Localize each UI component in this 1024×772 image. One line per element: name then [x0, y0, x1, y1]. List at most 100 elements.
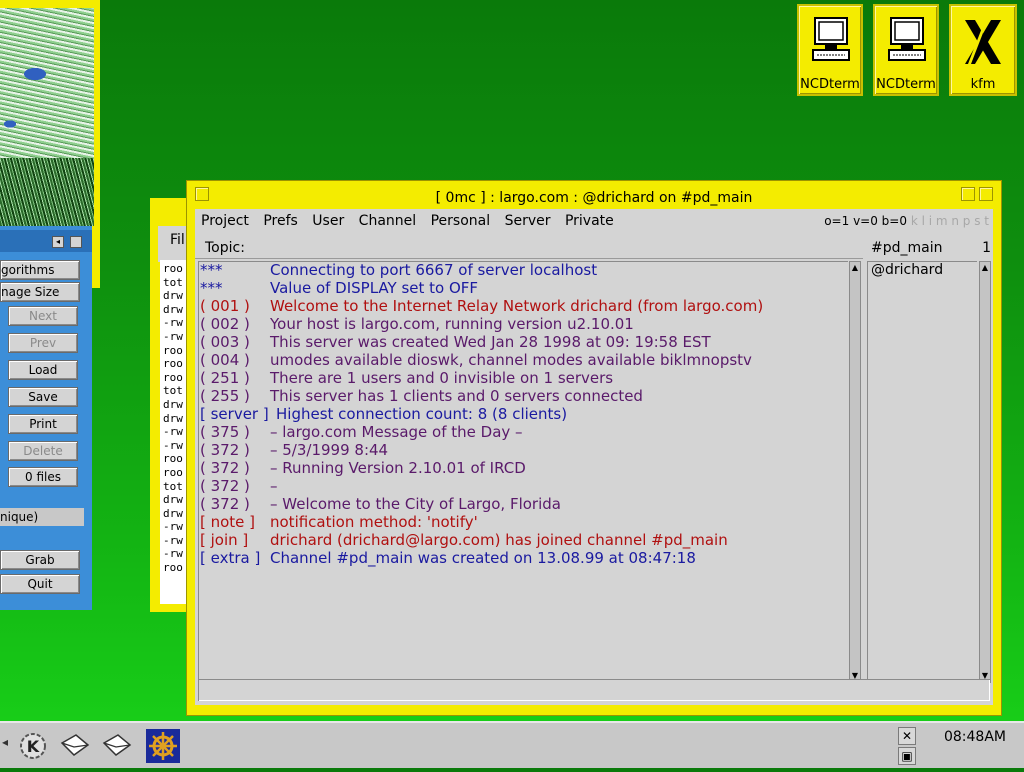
message-tag: ( 372 )	[200, 459, 250, 477]
message-output: *** Connecting to port 6667 of server loc…	[198, 261, 848, 683]
message-text: –	[270, 477, 278, 495]
modes-active: o=1 v=0 b=0	[824, 214, 907, 228]
message-tag: [ note ]	[200, 513, 256, 531]
message-text: Highest connection count: 8 (8 clients)	[276, 405, 568, 423]
message-tag: ***	[200, 261, 223, 279]
window-title: [ 0mc ] : largo.com : @drichard on #pd_m…	[435, 190, 753, 206]
irc-client-window[interactable]: [ 0mc ] : largo.com : @drichard on #pd_m…	[186, 180, 1002, 716]
desktop-icon-ncdterm-2[interactable]: NCDterm	[873, 4, 939, 96]
menu-private[interactable]: Private	[565, 213, 614, 229]
terminal-icon	[812, 17, 850, 61]
menu-project[interactable]: Project	[201, 213, 249, 229]
channel-name: #pd_main	[871, 240, 943, 256]
panel-minimize-icon[interactable]: ◂	[52, 236, 64, 248]
topic-label: Topic:	[205, 240, 245, 256]
next-button[interactable]: Next	[8, 306, 78, 326]
message-text: umodes available dioswk, channel modes a…	[270, 351, 752, 369]
user-list: @drichard	[867, 261, 977, 683]
message-tag: [ extra ]	[200, 549, 261, 567]
message-text: Connecting to port 6667 of server localh…	[270, 261, 598, 279]
quit-button[interactable]: Quit	[0, 574, 80, 594]
load-button[interactable]: Load	[8, 360, 78, 380]
unique-label: nique)	[0, 508, 84, 526]
minimize-icon[interactable]	[961, 187, 975, 201]
image-canvas	[0, 8, 94, 226]
menu-prefs[interactable]: Prefs	[263, 213, 297, 229]
userlist-scrollbar[interactable]: ▲ ▼	[979, 261, 991, 683]
message-text: There are 1 users and 0 invisible on 1 s…	[270, 369, 614, 387]
message-text: Channel #pd_main was created on 13.08.99…	[270, 549, 696, 567]
irc-client-area: Project Prefs User Channel Personal Serv…	[195, 209, 993, 705]
message-text: Value of DISPLAY set to OFF	[270, 279, 479, 297]
terminal-icon	[888, 17, 926, 61]
desktop-icon-ncdterm-1[interactable]: NCDterm	[797, 4, 863, 96]
message-tag: ( 372 )	[200, 495, 250, 513]
topic-bar[interactable]: Topic:	[195, 237, 863, 259]
message-text: – largo.com Message of the Day –	[270, 423, 523, 441]
menu-channel[interactable]: Channel	[359, 213, 416, 229]
helm-icon[interactable]	[146, 729, 180, 763]
menu-personal[interactable]: Personal	[431, 213, 491, 229]
grab-button[interactable]: Grab	[0, 550, 80, 570]
maximize-icon[interactable]	[979, 187, 993, 201]
clock: 08:48AM	[943, 729, 1006, 745]
scroll-up-icon[interactable]: ▲	[980, 263, 990, 273]
save-button[interactable]: Save	[8, 387, 78, 407]
mail-icon[interactable]	[100, 729, 134, 763]
output-scrollbar[interactable]: ▲ ▼	[849, 261, 861, 683]
k-menu-icon[interactable]: K	[16, 729, 50, 763]
message-tag: [ join ]	[200, 531, 249, 549]
message-tag: ( 372 )	[200, 477, 250, 495]
message-text: This server has 1 clients and 0 servers …	[270, 387, 643, 405]
desktop-icon-label: kfm	[970, 77, 996, 92]
delete-button[interactable]: Delete	[8, 441, 78, 461]
file-count-label: 0 files	[8, 467, 78, 487]
message-text: drichard (drichard@largo.com) has joined…	[270, 531, 728, 549]
message-tag: ( 375 )	[200, 423, 250, 441]
message-text: Your host is largo.com, running version …	[270, 315, 634, 333]
mail-icon[interactable]	[58, 729, 92, 763]
image-size-button[interactable]: nage Size	[0, 282, 80, 302]
message-text: notification method: 'notify'	[270, 513, 478, 531]
message-tag: [ server ]	[200, 405, 269, 423]
desktop-icon-label: NCDterm	[800, 77, 860, 92]
menubar: Project Prefs User Channel Personal Serv…	[195, 209, 993, 233]
algorithms-button[interactable]: gorithms	[0, 260, 80, 280]
image-control-panel: ◂ gorithms nage Size Next Prev Load Save…	[0, 226, 92, 610]
message-input[interactable]	[198, 679, 990, 701]
file-menu[interactable]: Fil	[170, 232, 185, 248]
desktop-icon-kfm[interactable]: kfm	[949, 4, 1017, 96]
message-tag: ( 001 )	[200, 297, 250, 315]
svg-text:K: K	[27, 737, 40, 756]
modes-inactive: k l i m n p s t	[910, 214, 989, 228]
prev-button[interactable]: Prev	[8, 333, 78, 353]
message-text: – Running Version 2.10.01 of IRCD	[270, 459, 526, 477]
message-tag: ( 372 )	[200, 441, 250, 459]
channel-header: #pd_main 1	[867, 237, 993, 259]
message-text: – 5/3/1999 8:44	[270, 441, 389, 459]
menu-user[interactable]: User	[312, 213, 344, 229]
user-list-item[interactable]: @drichard	[867, 261, 977, 279]
scroll-up-icon[interactable]: ▲	[850, 263, 860, 273]
message-text: – Welcome to the City of Largo, Florida	[270, 495, 561, 513]
message-tag: ***	[200, 279, 223, 297]
menu-server[interactable]: Server	[505, 213, 551, 229]
taskbar-handle-icon[interactable]: ◂	[2, 735, 8, 749]
desktop-icon-label: NCDterm	[876, 77, 936, 92]
user-count: 1	[982, 240, 991, 256]
message-tag: ( 004 )	[200, 351, 250, 369]
panel-maximize-icon[interactable]	[70, 236, 82, 248]
print-button[interactable]: Print	[8, 414, 78, 434]
message-tag: ( 255 )	[200, 387, 250, 405]
message-tag: ( 251 )	[200, 369, 250, 387]
message-tag: ( 002 )	[200, 315, 250, 333]
panel-header: ◂	[0, 230, 92, 252]
x-icon	[965, 20, 1001, 64]
lock-icon[interactable]: ▣	[898, 747, 916, 765]
message-text: Welcome to the Internet Relay Network dr…	[270, 297, 764, 315]
channel-modes: o=1 v=0 b=0 k l i m n p s t	[824, 209, 989, 233]
taskbar: ◂ K ✕ ▣ 08:48AM	[0, 721, 1024, 768]
message-text: This server was created Wed Jan 28 1998 …	[270, 333, 711, 351]
logout-icon[interactable]: ✕	[898, 727, 916, 745]
message-tag: ( 003 )	[200, 333, 250, 351]
